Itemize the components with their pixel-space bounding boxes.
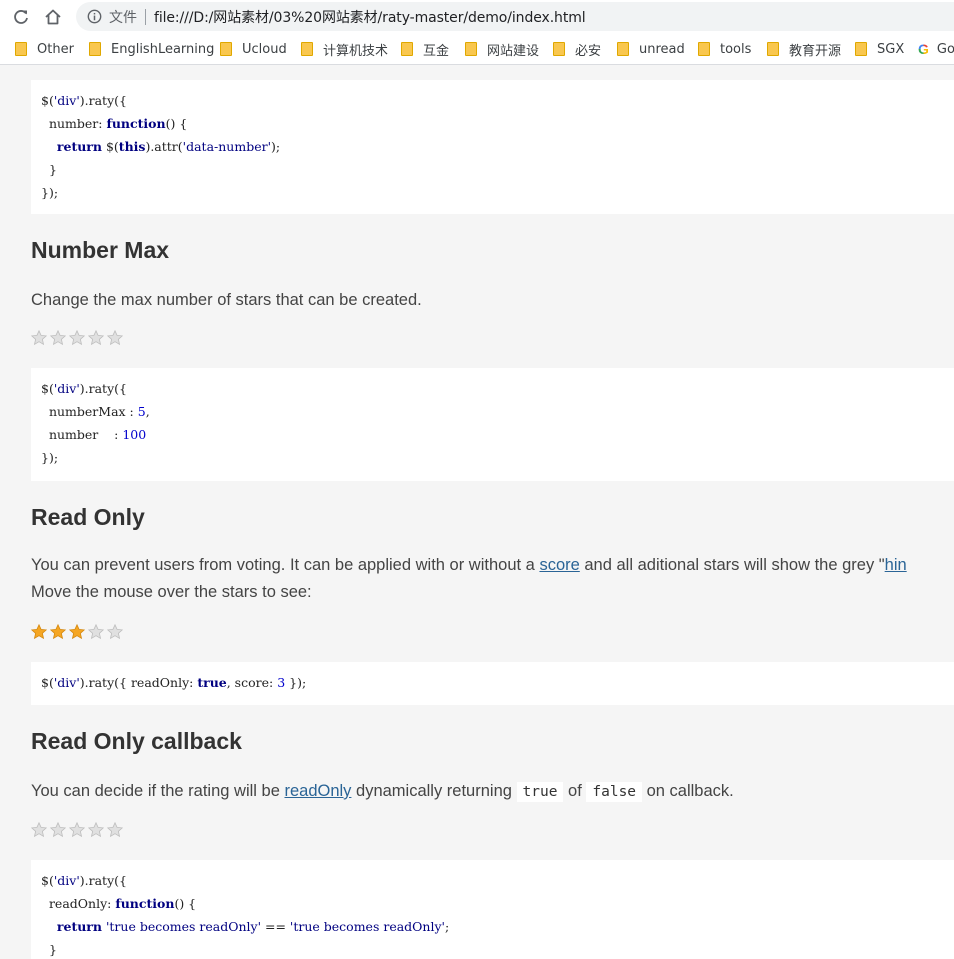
description-read-only-callback: You can decide if the rating will be rea… [31, 782, 734, 802]
folder-icon [855, 42, 867, 56]
readonly-link[interactable]: readOnly [284, 782, 351, 800]
code-line: } [41, 162, 57, 177]
folder-icon [15, 42, 27, 56]
code-block-number-max: $('div').raty({ numberMax : 5, number : … [31, 368, 954, 481]
code-line: $('div').raty({ [41, 873, 127, 888]
bookmark-google[interactable]: G Go [918, 40, 954, 58]
folder-icon [553, 42, 565, 56]
folder-icon [401, 42, 413, 56]
bookmark-unread[interactable]: unread [617, 40, 685, 58]
folder-icon [617, 42, 629, 56]
code-line: $('div').raty({ readOnly: true, score: 3… [41, 675, 307, 690]
star-off-icon[interactable] [88, 822, 104, 838]
bookmark-fintech[interactable]: 互金 [401, 40, 449, 59]
reload-icon[interactable] [8, 4, 34, 30]
code-line: number : 100 [41, 427, 147, 442]
folder-icon [89, 42, 101, 56]
star-on-icon [69, 624, 85, 640]
star-off-icon[interactable] [69, 330, 85, 346]
star-off-icon[interactable] [107, 822, 123, 838]
code-line: }); [41, 450, 59, 465]
folder-icon [220, 42, 232, 56]
star-off-icon[interactable] [31, 330, 47, 346]
inline-code-false: false [586, 782, 643, 802]
star-off-icon [88, 624, 104, 640]
section-title-read-only-callback: Read Only callback [31, 728, 242, 754]
inline-code-true: true [516, 782, 564, 802]
bookmark-ucloud[interactable]: Ucloud [220, 40, 287, 58]
address-bar[interactable]: 文件 file:///D:/网站素材/03%20网站素材/raty-master… [76, 2, 954, 31]
home-icon[interactable] [40, 4, 66, 30]
code-line: }); [41, 185, 59, 200]
star-off-icon[interactable] [50, 330, 66, 346]
bookmark-tools[interactable]: tools [698, 40, 751, 58]
star-off-icon[interactable] [31, 822, 47, 838]
star-off-icon[interactable] [107, 330, 123, 346]
bookmarks-bar: Other EnglishLearning Ucloud 计算机技术 互金 网站… [0, 34, 954, 65]
address-divider [145, 8, 146, 25]
code-line: } [41, 942, 57, 957]
code-line: numberMax : 5, [41, 404, 150, 419]
star-on-icon [31, 624, 47, 640]
rating-read-only-callback[interactable] [31, 822, 123, 838]
folder-icon [698, 42, 710, 56]
scheme-label: 文件 [109, 9, 137, 26]
star-off-icon[interactable] [88, 330, 104, 346]
star-on-icon [50, 624, 66, 640]
browser-toolbar: 文件 file:///D:/网站素材/03%20网站素材/raty-master… [0, 0, 954, 34]
code-block-number: $('div').raty({ number: function() { ret… [31, 80, 954, 214]
code-line: readOnly: function() { [41, 896, 197, 911]
rating-read-only [31, 624, 123, 640]
section-title-number-max: Number Max [31, 237, 170, 263]
info-icon[interactable] [86, 9, 102, 25]
bookmark-edu-open-source[interactable]: 教育开源 [767, 40, 841, 59]
description-read-only-line2: Move the mouse over the stars to see: [31, 583, 312, 601]
code-block-read-only-callback: $('div').raty({ readOnly: function() { r… [31, 860, 954, 959]
bookmark-englishlearning[interactable]: EnglishLearning [89, 40, 214, 58]
code-line: number: function() { [41, 116, 188, 131]
bookmark-biaan[interactable]: 必安 [553, 40, 601, 59]
hint-link[interactable]: hin [885, 556, 907, 574]
star-off-icon[interactable] [69, 822, 85, 838]
star-off-icon[interactable] [50, 822, 66, 838]
google-icon: G [918, 41, 929, 57]
section-title-read-only: Read Only [31, 504, 145, 530]
bookmark-sgx[interactable]: SGX [855, 40, 904, 58]
rating-number-max[interactable] [31, 330, 123, 346]
score-link[interactable]: score [539, 556, 579, 574]
code-line: $('div').raty({ [41, 381, 127, 396]
description-number-max: Change the max number of stars that can … [31, 291, 422, 309]
bookmark-web-building[interactable]: 网站建设 [465, 40, 539, 59]
folder-icon [767, 42, 779, 56]
star-off-icon [107, 624, 123, 640]
description-read-only: You can prevent users from voting. It ca… [31, 556, 907, 574]
code-line: return $(this).attr('data-number'); [56, 139, 281, 154]
page-content: $('div').raty({ number: function() { ret… [0, 65, 954, 959]
code-line: return 'true becomes readOnly' == 'true … [56, 919, 450, 934]
folder-icon [301, 42, 313, 56]
url-text[interactable]: file:///D:/网站素材/03%20网站素材/raty-master/de… [154, 7, 586, 27]
code-line: $('div').raty({ [41, 93, 127, 108]
folder-icon [465, 42, 477, 56]
bookmark-other[interactable]: Other [15, 40, 74, 58]
bookmark-computer-tech[interactable]: 计算机技术 [301, 40, 388, 59]
code-block-read-only: $('div').raty({ readOnly: true, score: 3… [31, 662, 954, 705]
